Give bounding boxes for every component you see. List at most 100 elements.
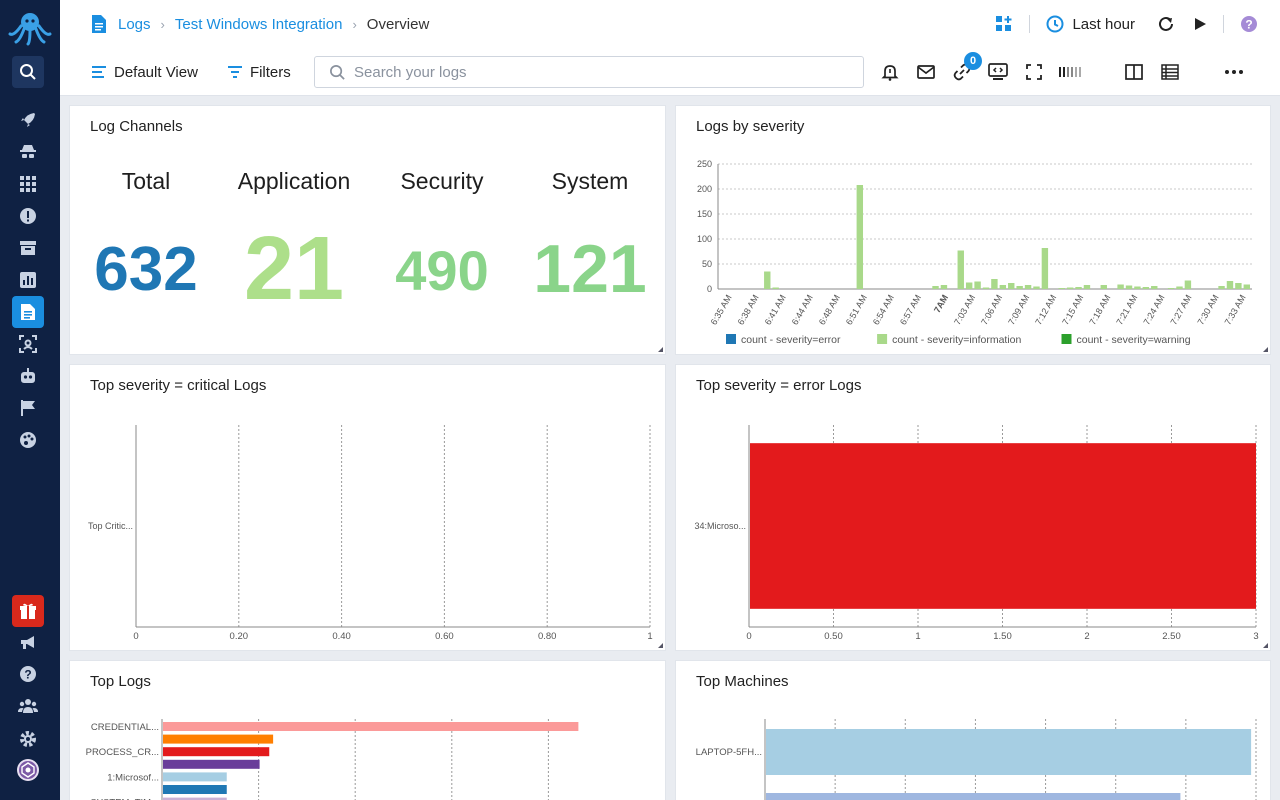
top-machines-panel: Top Machines LAPTOP-5FH... (675, 660, 1271, 800)
add-widget-icon[interactable] (995, 15, 1013, 33)
flag-icon[interactable] (16, 396, 40, 420)
link-icon[interactable]: 0 (950, 52, 982, 84)
x-tick-label: 0.60 (435, 631, 454, 642)
time-range-label: Last hour (1072, 15, 1135, 33)
x-tick-label: 7:24 AM (1141, 293, 1166, 327)
time-range-picker[interactable]: Last hour (1046, 15, 1135, 33)
x-tick-label: 0 (746, 631, 751, 642)
x-tick-label: 7AM (932, 293, 950, 314)
settings-gear-icon[interactable] (16, 727, 40, 751)
archive-icon[interactable] (16, 236, 40, 260)
kpi-application-label: Application (237, 168, 351, 194)
severity-bar (1176, 286, 1183, 289)
severity-bar (1142, 287, 1150, 289)
x-tick-label: 6:41 AM (763, 293, 788, 327)
legend-swatch (877, 334, 888, 344)
help-circle-icon[interactable]: ? (1240, 15, 1258, 33)
panel-resize-handle[interactable] (658, 643, 663, 648)
severity-bar (1167, 288, 1175, 289)
logs-document-icon (92, 15, 106, 33)
y-category-label: PROCESS_CR... (86, 747, 159, 758)
severity-bar (940, 285, 948, 289)
chevron-right-icon: › (160, 16, 165, 32)
kpi-system-value: 121 (533, 231, 647, 307)
error-logs-chart: 0 0.50 1 1.50 2 2.50 3 34:Microso... (694, 425, 1259, 642)
severity-bar (999, 285, 1007, 289)
email-icon[interactable] (914, 60, 938, 84)
machine-bar (766, 729, 1252, 775)
severity-bar (1218, 286, 1225, 289)
breadcrumb-current: Overview (366, 15, 430, 33)
table-view-icon[interactable] (1158, 60, 1182, 84)
scan-icon[interactable] (16, 332, 40, 356)
x-tick-label: 6:44 AM (790, 293, 815, 327)
top-log-bar (163, 734, 274, 744)
log-search-box[interactable] (314, 56, 864, 88)
y-tick-label: 0 (707, 284, 712, 294)
rocket-icon[interactable] (16, 108, 40, 132)
log-toolbar: Default View Filters 0 (92, 52, 1280, 88)
logs-icon[interactable] (12, 296, 44, 328)
machine-bar (766, 793, 1181, 800)
panel-resize-handle[interactable] (1263, 347, 1268, 352)
x-tick-label: 6:48 AM (817, 293, 842, 327)
x-tick-label: 7:21 AM (1114, 293, 1139, 327)
palette-icon[interactable] (16, 428, 40, 452)
severity-bar (1024, 285, 1032, 289)
panel-resize-handle[interactable] (1263, 643, 1268, 648)
split-view-icon[interactable] (1122, 60, 1146, 84)
grid-apps-icon[interactable] (16, 172, 40, 196)
refresh-icon[interactable] (1157, 15, 1175, 33)
density-icon[interactable] (1058, 60, 1082, 84)
gift-icon[interactable] (12, 595, 44, 627)
robot-icon[interactable] (16, 364, 40, 388)
kpi-security-value: 490 (395, 239, 489, 302)
x-tick-label: 0.40 (332, 631, 351, 642)
y-tick-label: 150 (697, 209, 712, 219)
play-icon[interactable] (1193, 17, 1207, 31)
severity-bar (1235, 283, 1242, 289)
panel-title: Log Channels (90, 118, 183, 135)
svg-text:?: ? (24, 668, 31, 682)
search-input[interactable] (354, 63, 834, 81)
top-log-bar (163, 747, 270, 757)
x-tick-label: 7:27 AM (1168, 293, 1193, 327)
top-header: Logs › Test Windows Integration › Overvi… (60, 0, 1280, 96)
x-tick-label: 7:06 AM (979, 293, 1004, 327)
monitor-code-icon[interactable] (986, 60, 1010, 84)
alert-bell-icon[interactable] (878, 60, 902, 84)
legend-label: count - severity=warning (1077, 334, 1191, 346)
breadcrumb-logs-link[interactable]: Logs (118, 16, 151, 33)
metrics-icon[interactable] (16, 268, 40, 292)
x-tick-label: 0.20 (230, 631, 249, 642)
legend-swatch (1061, 334, 1072, 344)
default-view-button[interactable]: Default View (92, 64, 198, 81)
error-log-bar (750, 443, 1256, 609)
more-options-icon[interactable] (1222, 60, 1246, 84)
severity-bar (974, 281, 981, 289)
user-avatar-icon[interactable] (16, 758, 40, 782)
y-category-label: 34:Microso... (694, 521, 746, 531)
global-search-icon[interactable] (12, 56, 44, 88)
alert-icon[interactable] (16, 204, 40, 228)
octopus-logo-icon[interactable] (8, 10, 52, 46)
y-category-label: 1:Microsof... (107, 772, 159, 783)
view-list-icon (92, 66, 106, 78)
top-logs-chart: CREDENTIAL...PROCESS_CR...1:Microsof...S… (86, 719, 579, 800)
breadcrumb-integration-link[interactable]: Test Windows Integration (175, 16, 343, 33)
legend-label: count - severity=information (892, 334, 1021, 346)
x-tick-label: 7:03 AM (952, 293, 977, 327)
megaphone-icon[interactable] (16, 630, 40, 654)
divider (1223, 15, 1224, 33)
severity-bar (764, 271, 771, 289)
panel-resize-handle[interactable] (658, 347, 663, 352)
legend-label: count - severity=error (741, 334, 841, 346)
fullscreen-icon[interactable] (1022, 60, 1046, 84)
filters-button[interactable]: Filters (227, 64, 291, 81)
spy-icon[interactable] (16, 140, 40, 164)
left-nav-rail: ? (0, 0, 60, 800)
team-icon[interactable] (16, 694, 40, 718)
help-icon[interactable]: ? (16, 662, 40, 686)
kpi-total-value: 632 (94, 235, 198, 304)
log-channels-panel: Log Channels Total Application Security … (69, 105, 666, 355)
